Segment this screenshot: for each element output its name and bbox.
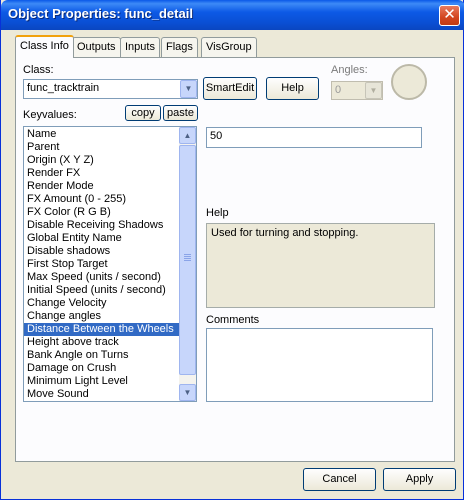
copy-label: copy — [131, 107, 155, 119]
list-item[interactable]: Global Entity Name — [24, 232, 179, 245]
scroll-thumb[interactable] — [179, 145, 196, 375]
list-item[interactable]: Parent — [24, 141, 179, 154]
angles-combobox[interactable]: 0 ▼ — [331, 81, 383, 100]
cancel-label: Cancel — [322, 473, 357, 485]
class-combobox[interactable]: func_tracktrain ▼ — [23, 79, 198, 99]
comments-label: Comments — [206, 314, 260, 326]
class-label: Class: — [23, 64, 54, 76]
paste-button[interactable]: paste — [163, 105, 198, 121]
tab-class-info[interactable]: Class Info — [15, 35, 74, 58]
apply-button[interactable]: Apply — [383, 468, 456, 491]
tab-label: Flags — [166, 41, 193, 53]
keyvalues-scrollbar[interactable]: ▲ ▼ — [179, 127, 196, 401]
help-text: Used for turning and stopping. — [206, 223, 435, 308]
window-title: Object Properties: func_detail — [8, 6, 193, 21]
tab-label: Class Info — [20, 40, 69, 52]
tab-inputs[interactable]: Inputs — [120, 37, 160, 57]
list-item[interactable]: Initial Speed (units / second) — [24, 284, 179, 297]
title-bar[interactable]: Object Properties: func_detail ✕ — [1, 0, 464, 30]
tab-visgroup[interactable]: VisGroup — [201, 37, 257, 57]
apply-label: Apply — [405, 473, 434, 485]
object-properties-window: Object Properties: func_detail ✕ Class I… — [0, 0, 464, 500]
list-item[interactable]: Bank Angle on Turns — [24, 349, 179, 362]
scroll-down-icon[interactable]: ▼ — [179, 384, 196, 401]
help-button[interactable]: Help — [266, 77, 319, 100]
list-item[interactable]: Change Velocity — [24, 297, 179, 310]
chevron-down-icon[interactable]: ▼ — [365, 82, 382, 99]
paste-label: paste — [167, 107, 194, 119]
close-button[interactable]: ✕ — [439, 5, 460, 26]
list-item[interactable]: Name — [24, 128, 179, 141]
chevron-down-icon[interactable]: ▼ — [180, 80, 197, 98]
keyvalues-list[interactable]: Name Parent Origin (X Y Z) Render FX Render … — [23, 126, 197, 402]
list-item[interactable]: Height above track — [24, 336, 179, 349]
list-item[interactable]: Disable Receiving Shadows — [24, 219, 179, 232]
keyvalue-value: 50 — [210, 130, 223, 142]
tab-label: Inputs — [125, 41, 155, 53]
list-item[interactable]: Distance Between the Wheels — [24, 323, 179, 336]
tab-label: VisGroup — [206, 41, 252, 53]
copy-button[interactable]: copy — [125, 105, 161, 121]
list-item[interactable]: FX Color (R G B) — [24, 206, 179, 219]
scroll-up-icon[interactable]: ▲ — [179, 127, 196, 144]
comments-field[interactable] — [206, 328, 433, 402]
tab-label: Outputs — [77, 41, 116, 53]
tab-outputs[interactable]: Outputs — [72, 37, 121, 57]
list-item[interactable]: Minimum Light Level — [24, 375, 179, 388]
class-value: func_tracktrain — [27, 82, 100, 94]
list-item[interactable]: Origin (X Y Z) — [24, 154, 179, 167]
list-item[interactable]: Move Sound — [24, 388, 179, 401]
angles-value: 0 — [335, 84, 342, 96]
list-item[interactable]: FX Amount (0 - 255) — [24, 193, 179, 206]
list-item[interactable]: Disable shadows — [24, 245, 179, 258]
close-icon: ✕ — [443, 6, 456, 23]
help-label: Help — [206, 207, 229, 219]
list-item[interactable]: Change angles — [24, 310, 179, 323]
help-button-label: Help — [281, 82, 304, 94]
tab-flags[interactable]: Flags — [161, 37, 198, 57]
list-item[interactable]: Render FX — [24, 167, 179, 180]
list-item[interactable]: Max Speed (units / second) — [24, 271, 179, 284]
smartedit-button[interactable]: SmartEdit — [203, 77, 257, 100]
angles-dial[interactable] — [391, 64, 427, 100]
cancel-button[interactable]: Cancel — [303, 468, 376, 491]
angles-label: Angles: — [331, 64, 368, 76]
list-item[interactable]: Damage on Crush — [24, 362, 179, 375]
keyvalues-label: Keyvalues: — [23, 109, 77, 121]
list-item[interactable]: Render Mode — [24, 180, 179, 193]
list-item[interactable]: First Stop Target — [24, 258, 179, 271]
smartedit-label: SmartEdit — [205, 82, 255, 94]
keyvalue-value-field[interactable]: 50 — [206, 127, 422, 148]
